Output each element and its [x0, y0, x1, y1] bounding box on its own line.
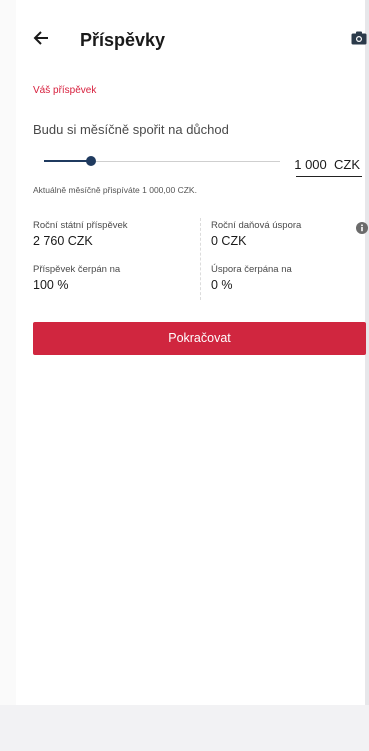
state-contribution-label: Roční státní příspěvek — [33, 220, 128, 231]
saving-used-label: Úspora čerpána na — [211, 264, 292, 275]
bottom-band — [0, 705, 369, 751]
page-title: Příspěvky — [80, 30, 166, 50]
divider — [200, 218, 201, 300]
current-contribution-info: Aktuálně měsíčně přispíváte 1 000,00 CZK… — [33, 185, 197, 195]
contribution-used: Příspěvek čerpán na 100 % — [33, 264, 120, 292]
saving-used: Úspora čerpána na 0 % — [211, 264, 292, 292]
continue-button[interactable]: Pokračovat — [33, 322, 366, 355]
info-icon[interactable] — [356, 221, 368, 234]
tax-saving: Roční daňová úspora 0 CZK — [211, 220, 301, 248]
state-contribution: Roční státní příspěvek 2 760 CZK — [33, 220, 128, 248]
amount-input[interactable]: 1 000 CZK — [294, 155, 362, 177]
amount-value: 1 000 CZK — [294, 157, 360, 172]
arrow-left-icon[interactable] — [33, 30, 49, 46]
slider-fill — [44, 160, 92, 162]
section-title: Váš příspěvek — [33, 85, 97, 96]
contribution-used-value: 100 % — [33, 278, 69, 292]
left-edge — [0, 0, 16, 705]
camera-icon[interactable] — [351, 31, 367, 45]
contribution-details: Roční státní příspěvek 2 760 CZK Roční d… — [33, 218, 368, 300]
contribution-slider[interactable] — [44, 156, 280, 168]
state-contribution-value: 2 760 CZK — [33, 234, 93, 248]
app-bar: Příspěvky — [16, 20, 369, 62]
tax-saving-label: Roční daňová úspora — [211, 220, 302, 231]
right-edge — [365, 0, 369, 751]
contribution-prompt: Budu si měsíčně spořit na důchod — [33, 122, 229, 137]
tax-saving-value: 0 CZK — [211, 234, 247, 248]
saving-used-value: 0 % — [211, 278, 233, 292]
slider-thumb[interactable] — [86, 156, 97, 166]
contribution-used-label: Příspěvek čerpán na — [33, 264, 121, 275]
